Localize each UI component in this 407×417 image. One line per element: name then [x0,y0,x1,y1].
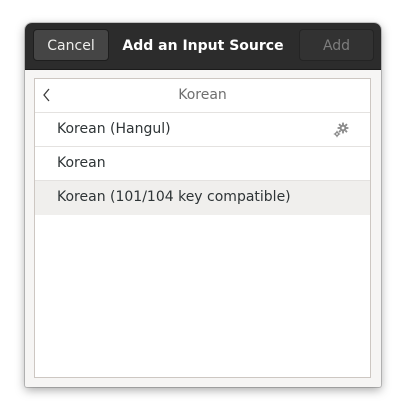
list-item-label: Korean (Hangul) [57,121,171,137]
dialog-title: Add an Input Source [122,38,284,54]
add-input-source-dialog: Cancel Add an Input Source Add Korean Ko… [25,23,381,387]
list-item-korean-hangul[interactable]: Korean (Hangul) [35,113,370,147]
list-item-korean-101-104[interactable]: Korean (101/104 key compatible) [35,181,370,215]
list-item-label: Korean [57,155,106,171]
cancel-button[interactable]: Cancel [33,29,109,61]
input-source-list: Korean Korean (Hangul) Korean Korean (10… [34,78,371,378]
back-row[interactable]: Korean [35,79,370,113]
header-bar: Cancel Add an Input Source Add [25,23,381,70]
add-button[interactable]: Add [299,29,374,61]
list-item-label: Korean (101/104 key compatible) [57,189,291,205]
category-title: Korean [178,87,227,103]
gear-icon[interactable] [332,121,350,139]
list-item-korean[interactable]: Korean [35,147,370,181]
